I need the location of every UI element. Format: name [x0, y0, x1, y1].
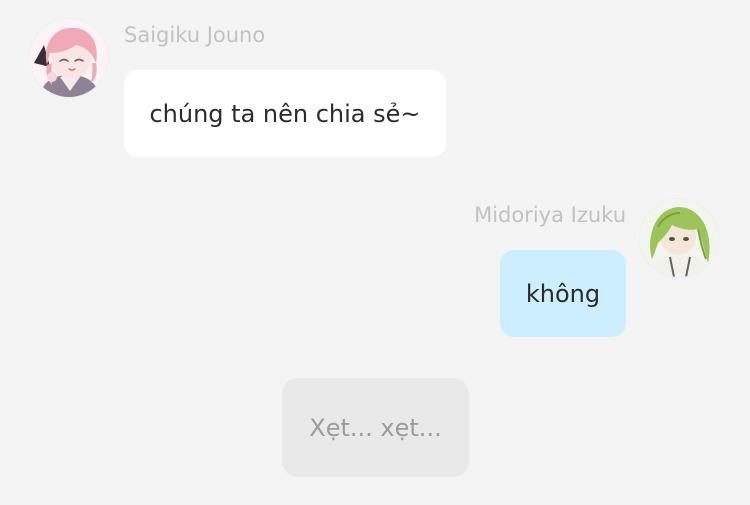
status-message-bubble: Xẹt... xẹt... — [282, 378, 469, 477]
green-haired-character-avatar-icon — [640, 199, 718, 277]
message-text: không — [525, 279, 601, 308]
status-message-text: Xẹt... xẹt... — [309, 413, 442, 442]
avatar-saigiku-jouno[interactable] — [30, 19, 108, 97]
message-bubble-outgoing: không — [500, 250, 626, 337]
message-text: chúng ta nên chia sẻ~ — [149, 99, 421, 128]
sender-name: Saigiku Jouno — [124, 23, 266, 47]
sender-name: Midoriya Izuku — [474, 203, 626, 227]
avatar-midoriya-izuku[interactable] — [640, 199, 718, 277]
pink-haired-character-avatar-icon — [30, 19, 108, 97]
message-bubble-incoming: chúng ta nên chia sẻ~ — [124, 70, 446, 157]
